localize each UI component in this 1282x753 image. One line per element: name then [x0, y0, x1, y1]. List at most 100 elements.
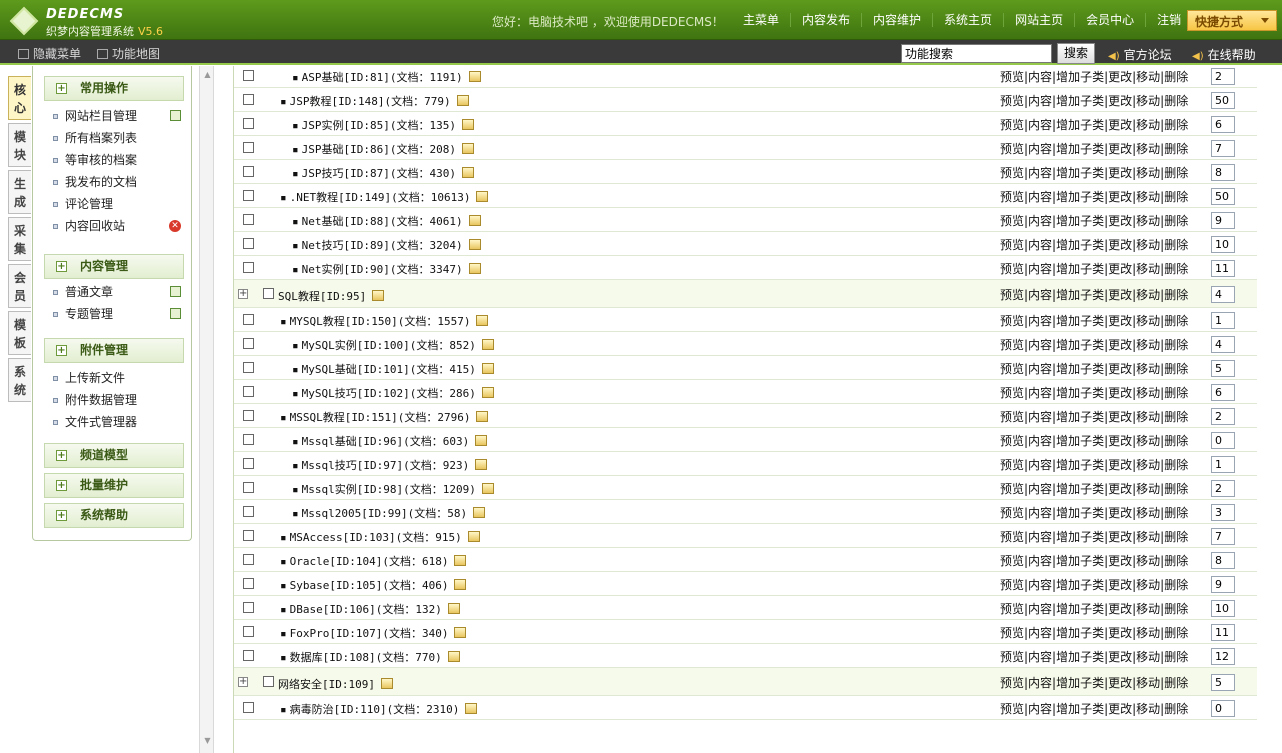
edit-icon[interactable] [456, 95, 469, 106]
menu-item[interactable]: 所有档案列表 [53, 128, 183, 148]
row-checkbox[interactable] [243, 262, 254, 273]
category-name[interactable]: ▪ JSP基础[ID:86](文档：208) [292, 141, 474, 157]
menu-item[interactable]: 内容回收站 ✕ [53, 216, 183, 236]
search-button[interactable]: 搜索 [1057, 43, 1095, 64]
sort-rank-input[interactable]: 9 [1211, 576, 1235, 593]
category-name[interactable]: ▪ Mssql基础[ID:96](文档：603) [292, 433, 488, 449]
category-name[interactable]: ▪ FoxPro[ID:107](文档：340) [280, 625, 467, 641]
edit-icon[interactable] [473, 507, 486, 518]
side-tab-3[interactable]: 采 集 [8, 217, 31, 261]
row-checkbox[interactable] [243, 386, 254, 397]
category-name[interactable]: ▪ MYSQL教程[ID:150](文档：1557) [280, 313, 489, 329]
row-actions[interactable]: 预览|内容|增加子类|更改|移动|删除 [1000, 164, 1188, 181]
sort-rank-input[interactable]: 3 [1211, 504, 1235, 521]
row-actions[interactable]: 预览|内容|增加子类|更改|移动|删除 [1000, 360, 1188, 377]
row-checkbox[interactable] [243, 626, 254, 637]
edit-icon[interactable] [468, 263, 481, 274]
category-name[interactable]: ▪ JSP技巧[ID:87](文档：430) [292, 165, 474, 181]
row-actions[interactable]: 预览|内容|增加子类|更改|移动|删除 [1000, 312, 1188, 329]
sort-rank-input[interactable]: 5 [1211, 674, 1235, 691]
category-name[interactable]: ▪ MSAccess[ID:103](文档：915) [280, 529, 480, 545]
row-actions[interactable]: 预览|内容|增加子类|更改|移动|删除 [1000, 504, 1188, 521]
row-checkbox[interactable] [243, 142, 254, 153]
edit-icon[interactable] [454, 579, 467, 590]
row-checkbox[interactable] [243, 410, 254, 421]
category-name[interactable]: ▪ Net技巧[ID:89](文档：3204) [292, 237, 481, 253]
sort-rank-input[interactable]: 12 [1211, 648, 1235, 665]
edit-icon[interactable] [454, 627, 467, 638]
category-name[interactable]: ▪ MySQL技巧[ID:102](文档：286) [292, 385, 494, 401]
sort-rank-input[interactable]: 8 [1211, 164, 1235, 181]
sort-rank-input[interactable]: 2 [1211, 480, 1235, 497]
row-actions[interactable]: 预览|内容|增加子类|更改|移动|删除 [1000, 528, 1188, 545]
row-checkbox[interactable] [243, 338, 254, 349]
row-actions[interactable]: 预览|内容|增加子类|更改|移动|删除 [1000, 116, 1188, 133]
row-checkbox[interactable] [243, 650, 254, 661]
sort-rank-input[interactable]: 8 [1211, 552, 1235, 569]
row-actions[interactable]: 预览|内容|增加子类|更改|移动|删除 [1000, 286, 1188, 303]
edit-icon[interactable] [380, 678, 393, 689]
row-checkbox[interactable] [243, 530, 254, 541]
row-actions[interactable]: 预览|内容|增加子类|更改|移动|删除 [1000, 384, 1188, 401]
edit-icon[interactable] [475, 435, 488, 446]
row-actions[interactable]: 预览|内容|增加子类|更改|移动|删除 [1000, 456, 1188, 473]
scroll-up-icon[interactable]: ▲ [202, 70, 213, 82]
add-icon[interactable] [170, 110, 181, 121]
row-checkbox[interactable] [243, 702, 254, 713]
category-name[interactable]: ▪ JSP实例[ID:85](文档：135) [292, 117, 474, 133]
sort-rank-input[interactable]: 4 [1211, 286, 1235, 303]
edit-icon[interactable] [461, 167, 474, 178]
row-actions[interactable]: 预览|内容|增加子类|更改|移动|删除 [1000, 260, 1188, 277]
expand-icon[interactable]: + [238, 289, 248, 299]
category-name[interactable]: SQL教程[ID:95] [278, 288, 385, 304]
row-actions[interactable]: 预览|内容|增加子类|更改|移动|删除 [1000, 648, 1188, 665]
row-checkbox[interactable] [243, 238, 254, 249]
sort-rank-input[interactable]: 50 [1211, 188, 1235, 205]
row-checkbox[interactable] [243, 362, 254, 373]
row-actions[interactable]: 预览|内容|增加子类|更改|移动|删除 [1000, 68, 1188, 85]
sort-rank-input[interactable]: 7 [1211, 528, 1235, 545]
row-actions[interactable]: 预览|内容|增加子类|更改|移动|删除 [1000, 700, 1188, 717]
row-checkbox[interactable] [243, 578, 254, 589]
row-checkbox[interactable] [263, 676, 274, 687]
row-checkbox[interactable] [243, 554, 254, 565]
edit-icon[interactable] [465, 703, 478, 714]
hide-menu-button[interactable]: 隐藏菜单 [18, 45, 81, 62]
category-name[interactable]: ▪ Sybase[ID:105](文档：406) [280, 577, 467, 593]
sort-rank-input[interactable]: 11 [1211, 260, 1235, 277]
nav-main-menu[interactable]: 主菜单 [732, 13, 792, 27]
edit-icon[interactable] [454, 555, 467, 566]
category-name[interactable]: ▪ ASP基础[ID:81](文档：1191) [292, 69, 481, 85]
menu-item[interactable]: 等审核的档案 [53, 150, 183, 170]
row-checkbox[interactable] [263, 288, 274, 299]
category-name[interactable]: ▪ Net实例[ID:90](文档：3347) [292, 261, 481, 277]
category-name[interactable]: ▪ Net基础[ID:88](文档：4061) [292, 213, 481, 229]
category-name[interactable]: ▪ 病毒防治[ID:110](文档：2310) [280, 701, 478, 717]
edit-icon[interactable] [447, 603, 460, 614]
nav-logout[interactable]: 注销 [1146, 13, 1192, 27]
row-actions[interactable]: 预览|内容|增加子类|更改|移动|删除 [1000, 552, 1188, 569]
sort-rank-input[interactable]: 2 [1211, 408, 1235, 425]
row-actions[interactable]: 预览|内容|增加子类|更改|移动|删除 [1000, 624, 1188, 641]
row-checkbox[interactable] [243, 314, 254, 325]
edit-icon[interactable] [461, 143, 474, 154]
menu-item[interactable]: 专题管理 [53, 304, 183, 324]
menu-item[interactable]: 网站栏目管理 [53, 106, 183, 126]
category-name[interactable]: ▪ Mssql2005[ID:99](文档：58) [292, 505, 486, 521]
add-icon[interactable] [170, 308, 181, 319]
edit-icon[interactable] [481, 483, 494, 494]
add-icon[interactable] [170, 286, 181, 297]
menu-item[interactable]: 上传新文件 [53, 368, 183, 388]
edit-icon[interactable] [467, 531, 480, 542]
row-actions[interactable]: 预览|内容|增加子类|更改|移动|删除 [1000, 576, 1188, 593]
row-checkbox[interactable] [243, 166, 254, 177]
sort-rank-input[interactable]: 10 [1211, 600, 1235, 617]
sort-rank-input[interactable]: 0 [1211, 432, 1235, 449]
row-checkbox[interactable] [243, 70, 254, 81]
row-actions[interactable]: 预览|内容|增加子类|更改|移动|删除 [1000, 236, 1188, 253]
sort-rank-input[interactable]: 1 [1211, 312, 1235, 329]
row-actions[interactable]: 预览|内容|增加子类|更改|移动|删除 [1000, 140, 1188, 157]
menu-item[interactable]: 文件式管理器 [53, 412, 183, 432]
row-actions[interactable]: 预览|内容|增加子类|更改|移动|删除 [1000, 408, 1188, 425]
row-checkbox[interactable] [243, 434, 254, 445]
